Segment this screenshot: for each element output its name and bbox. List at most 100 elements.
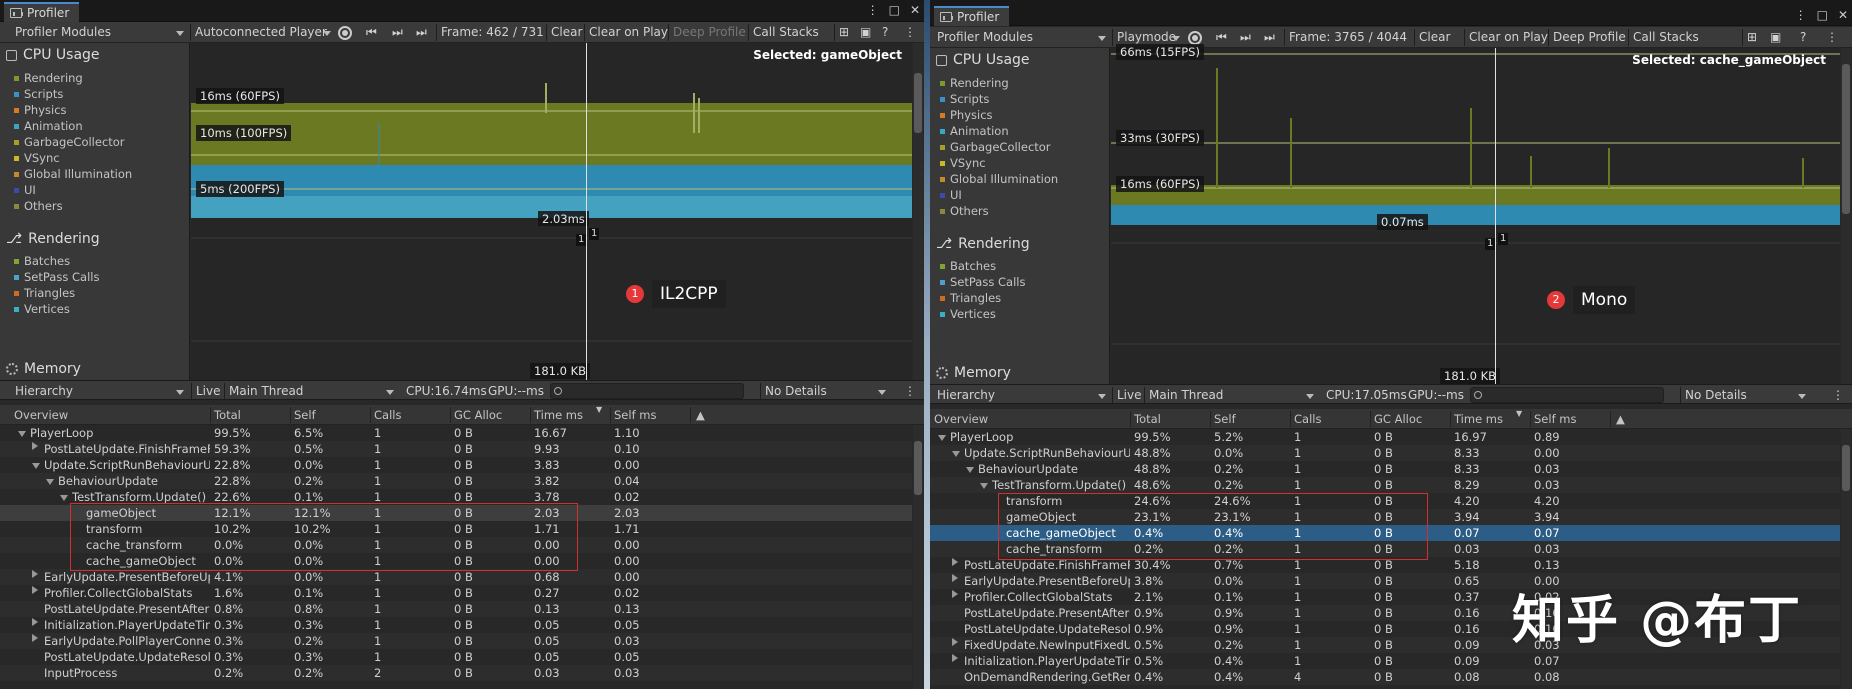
- clear-on-play-button[interactable]: Clear on Play: [1464, 29, 1552, 46]
- cpu-usage-module-title[interactable]: CPU Usage: [6, 47, 100, 63]
- legend-item[interactable]: GarbageCollector: [940, 139, 1051, 155]
- first-frame-icon[interactable]: ⏮: [1212, 29, 1231, 46]
- collapsed-icon[interactable]: [952, 590, 958, 598]
- table-row[interactable]: Update.ScriptRunBehaviourU 48.8% 0.0% 1 0 B 8…: [930, 445, 1840, 461]
- col-calls[interactable]: Calls: [374, 408, 401, 422]
- col-time-ms[interactable]: Time ms: [1454, 412, 1503, 426]
- expanded-icon[interactable]: [32, 463, 40, 469]
- first-frame-icon[interactable]: ⏮: [362, 24, 381, 41]
- deep-profile-button[interactable]: Deep Profile: [1548, 29, 1630, 46]
- legend-item[interactable]: Vertices: [14, 301, 70, 317]
- legend-item[interactable]: UI: [14, 182, 36, 198]
- col-total[interactable]: Total: [214, 408, 241, 422]
- legend-item[interactable]: Global Illumination: [940, 171, 1058, 187]
- col-self-ms[interactable]: Self ms: [1534, 412, 1576, 426]
- legend-item[interactable]: Triangles: [14, 285, 75, 301]
- legend-item[interactable]: Batches: [940, 258, 996, 274]
- legend-item[interactable]: Rendering: [14, 70, 83, 86]
- charts-scrollbar[interactable]: [913, 43, 923, 380]
- more-icon[interactable]: ⋮: [867, 3, 879, 17]
- legend-item[interactable]: Global Illumination: [14, 166, 132, 182]
- table-row[interactable]: Initialization.PlayerUpdateTim 0.5% 0.4% 1 0…: [930, 653, 1840, 669]
- legend-item[interactable]: SetPass Calls: [940, 274, 1025, 290]
- details-dropdown[interactable]: No Details: [1680, 387, 1810, 403]
- warning-icon[interactable]: ▲: [696, 408, 705, 422]
- collapsed-icon[interactable]: [32, 570, 38, 578]
- collapsed-icon[interactable]: [32, 442, 38, 450]
- thread-dropdown[interactable]: Main Thread: [1144, 387, 1318, 403]
- col-total[interactable]: Total: [1134, 412, 1161, 426]
- table-row[interactable]: OnDemandRendering.GetRen 0.4% 0.4% 4 0 B 0.08…: [930, 669, 1840, 685]
- collapsed-icon[interactable]: [952, 638, 958, 646]
- cpu-usage-module-title[interactable]: CPU Usage: [936, 52, 1030, 68]
- record-button[interactable]: [1188, 31, 1202, 45]
- load-icon[interactable]: ⊞: [834, 24, 853, 41]
- memory-module-title[interactable]: Memory: [936, 365, 1011, 381]
- search-input[interactable]: [550, 383, 744, 399]
- load-icon[interactable]: ⊞: [1742, 29, 1761, 46]
- legend-item[interactable]: Batches: [14, 253, 70, 269]
- legend-item[interactable]: Others: [14, 198, 63, 214]
- legend-item[interactable]: Scripts: [940, 91, 989, 107]
- call-stacks-button[interactable]: Call Stacks: [1628, 29, 1703, 46]
- options-icon[interactable]: ⋮: [1828, 387, 1848, 403]
- profiler-modules-dropdown[interactable]: Profiler Modules: [934, 29, 1110, 46]
- rendering-chart[interactable]: [1111, 231, 1840, 358]
- table-row[interactable]: Update.ScriptRunBehaviourU 22.8% 0.0% 1 0 B 3…: [0, 457, 912, 473]
- table-row[interactable]: Initialization.PlayerUpdateTim 0.3% 0.3% 1 0…: [0, 617, 912, 633]
- legend-item[interactable]: Scripts: [14, 86, 63, 102]
- collapsed-icon[interactable]: [952, 574, 958, 582]
- cpu-chart[interactable]: 66ms (15FPS) 33ms (30FPS) 16ms (60FPS) 0…: [1111, 44, 1840, 230]
- expanded-icon[interactable]: [980, 483, 988, 489]
- col-calls[interactable]: Calls: [1294, 412, 1321, 426]
- hierarchy-scrollbar[interactable]: [913, 425, 923, 689]
- view-dropdown[interactable]: Hierarchy: [12, 383, 188, 399]
- help-icon[interactable]: ?: [1796, 29, 1810, 46]
- frame-cursor[interactable]: [586, 43, 587, 380]
- profiler-modules-dropdown[interactable]: Profiler Modules: [12, 24, 188, 41]
- record-button[interactable]: [338, 26, 352, 40]
- table-row[interactable]: TestTransform.Update() 48.6% 0.2% 1 0 B 8.29 0…: [930, 477, 1840, 493]
- frame-cursor[interactable]: [1495, 48, 1496, 384]
- expanded-icon[interactable]: [966, 467, 974, 473]
- col-gc-alloc[interactable]: GC Alloc: [454, 408, 502, 422]
- legend-item[interactable]: Physics: [14, 102, 67, 118]
- legend-item[interactable]: Animation: [940, 123, 1009, 139]
- help-icon[interactable]: ?: [878, 24, 892, 41]
- collapsed-icon[interactable]: [952, 558, 958, 566]
- legend-item[interactable]: VSync: [14, 150, 60, 166]
- clear-on-play-button[interactable]: Clear on Play: [584, 24, 672, 41]
- profiler-tab[interactable]: Profiler: [934, 6, 1010, 26]
- table-row[interactable]: PlayerLoop 99.5% 6.5% 1 0 B 16.67 1.10: [0, 425, 912, 441]
- col-time-ms[interactable]: Time ms: [534, 408, 583, 422]
- expanded-icon[interactable]: [938, 435, 946, 441]
- target-dropdown[interactable]: Autoconnected Player: [190, 24, 335, 41]
- menu-icon[interactable]: ⋮: [1822, 29, 1842, 46]
- rendering-module-title[interactable]: ⎇ Rendering: [936, 236, 1030, 252]
- legend-item[interactable]: Rendering: [940, 75, 1009, 91]
- legend-item[interactable]: GarbageCollector: [14, 134, 125, 150]
- close-icon[interactable]: ✕: [1838, 8, 1848, 22]
- call-stacks-button[interactable]: Call Stacks: [748, 24, 823, 41]
- deep-profile-button[interactable]: Deep Profile: [668, 24, 750, 41]
- rendering-chart[interactable]: [191, 226, 912, 354]
- expanded-icon[interactable]: [60, 495, 68, 501]
- save-icon[interactable]: ▣: [1766, 29, 1785, 46]
- legend-item[interactable]: Triangles: [940, 290, 1001, 306]
- last-frame-icon[interactable]: ⏭: [412, 24, 431, 41]
- clear-button[interactable]: Clear: [1414, 29, 1454, 46]
- collapsed-icon[interactable]: [32, 634, 38, 642]
- expanded-icon[interactable]: [46, 479, 54, 485]
- save-icon[interactable]: ▣: [856, 24, 875, 41]
- expanded-icon[interactable]: [952, 451, 960, 457]
- col-overview[interactable]: Overview: [14, 408, 68, 422]
- legend-item[interactable]: Animation: [14, 118, 83, 134]
- legend-item[interactable]: Others: [940, 203, 989, 219]
- search-input[interactable]: [1470, 387, 1664, 403]
- last-frame-icon[interactable]: ⏭: [1260, 29, 1279, 46]
- col-overview[interactable]: Overview: [934, 412, 988, 426]
- warning-icon[interactable]: ▲: [1616, 412, 1625, 426]
- legend-item[interactable]: VSync: [940, 155, 986, 171]
- thread-dropdown[interactable]: Main Thread: [224, 383, 398, 399]
- view-dropdown[interactable]: Hierarchy: [934, 387, 1110, 403]
